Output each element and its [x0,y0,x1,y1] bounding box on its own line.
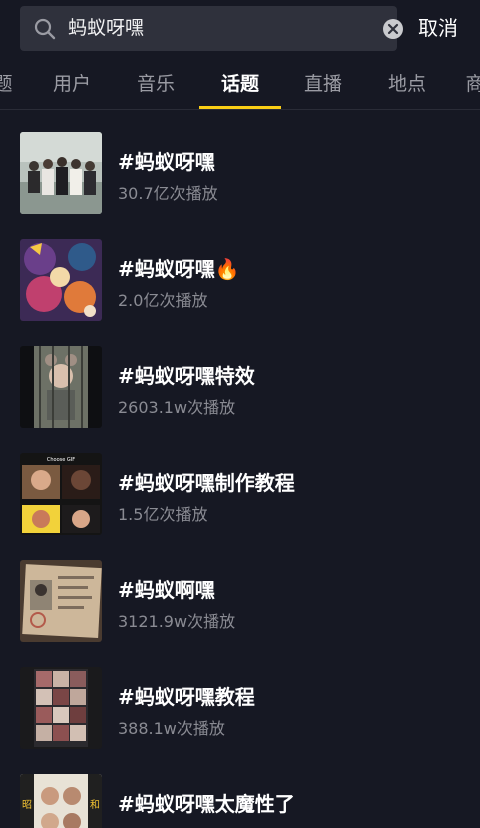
list-item[interactable]: #蚂蚁呀嘿教程 388.1w次播放 [0,645,480,752]
active-tab-indicator [199,106,281,109]
list-item[interactable]: #蚂蚁呀嘿🔥 2.0亿次播放 [0,217,480,324]
search-bar: 蚂蚁呀嘿 取消 [0,0,480,58]
topic-title: #蚂蚁呀嘿 [118,150,215,174]
search-input[interactable]: 蚂蚁呀嘿 [20,6,403,51]
topic-play-count: 3121.9w次播放 [118,612,236,631]
topic-title: #蚂蚁呀嘿教程 [118,685,255,709]
topic-thumbnail [20,346,102,428]
search-category-tabs: 题 用户 音乐 话题 直播 地点 商 [0,58,480,110]
topic-title: #蚂蚁呀嘿制作教程 [118,471,295,495]
topic-thumbnail [20,239,102,321]
tab-topics[interactable]: 话题 [205,58,275,110]
list-item[interactable]: 昭 和 #蚂蚁呀嘿太魔性了 [0,752,480,828]
tab-live[interactable]: 直播 [288,58,358,110]
topic-play-count: 1.5亿次播放 [118,505,208,524]
tab-partial-right[interactable]: 商 [440,58,480,110]
tab-users[interactable]: 用户 [37,58,107,110]
topic-thumbnail [20,667,102,749]
cancel-button[interactable]: 取消 [418,6,458,51]
list-item[interactable]: Choose GIF #蚂蚁呀嘿制作教程 1.5亿次播放 [0,431,480,538]
topic-play-count: 388.1w次播放 [118,719,225,738]
topic-play-count: 30.7亿次播放 [118,184,218,203]
tab-places[interactable]: 地点 [372,58,442,110]
tab-music[interactable]: 音乐 [121,58,191,110]
topic-title: #蚂蚁呀嘿特效 [118,364,255,388]
list-item[interactable]: #蚂蚁呀嘿 30.7亿次播放 [0,110,480,217]
topic-thumbnail: Choose GIF [20,453,102,535]
topic-title: #蚂蚁啊嘿 [118,578,215,602]
list-item[interactable]: #蚂蚁呀嘿特效 2603.1w次播放 [0,324,480,431]
topic-play-count: 2.0亿次播放 [118,291,208,310]
search-icon [34,18,56,40]
thumb-header-text: Choose GIF [47,457,75,463]
clear-icon[interactable] [382,18,404,40]
thumb-side-text-left: 昭 [22,799,32,811]
topic-title: #蚂蚁呀嘿太魔性了 [118,792,295,816]
search-query: 蚂蚁呀嘿 [68,17,145,39]
thumb-side-text-right: 和 [90,799,100,811]
list-item[interactable]: #蚂蚁啊嘿 3121.9w次播放 [0,538,480,645]
topic-thumbnail [20,132,102,214]
topic-title: #蚂蚁呀嘿🔥 [118,257,240,281]
topic-thumbnail: 昭 和 [20,774,102,828]
topic-play-count: 2603.1w次播放 [118,398,236,417]
topic-thumbnail [20,560,102,642]
tab-partial-left[interactable]: 题 [0,58,38,110]
